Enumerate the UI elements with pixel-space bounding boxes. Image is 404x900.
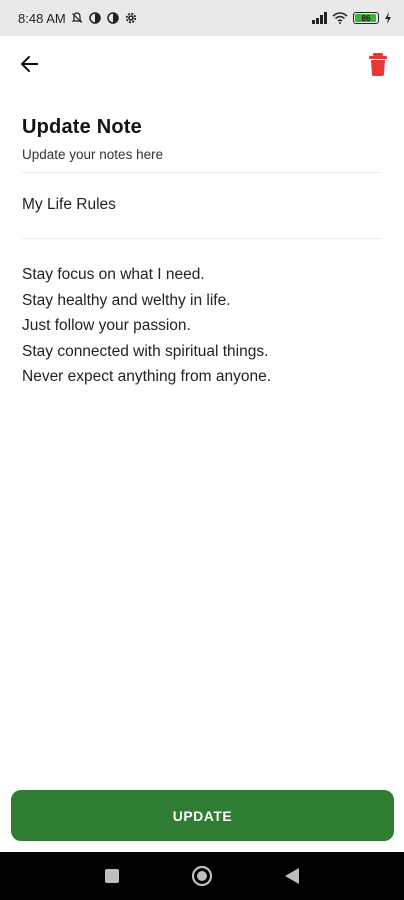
back-button[interactable] — [16, 50, 44, 78]
divider — [22, 238, 382, 239]
delete-button[interactable] — [366, 50, 390, 78]
note-body-line: Stay focus on what I need. — [22, 266, 205, 283]
header-block: Update Note Update your notes here — [22, 116, 382, 162]
charging-icon — [384, 11, 392, 25]
triangle-back-icon — [285, 868, 299, 884]
page-subtitle: Update your notes here — [22, 147, 164, 162]
app-bar — [0, 36, 404, 92]
battery-level: 86 — [361, 13, 371, 23]
square-icon — [105, 869, 119, 883]
status-left: 8:48 AM — [18, 11, 138, 26]
divider — [22, 172, 382, 173]
note-body-line: Never expect anything from anyone. — [22, 368, 271, 385]
app-notification-icon — [88, 11, 102, 25]
note-body-textarea[interactable]: Stay focus on what I need. Stay healthy … — [22, 262, 382, 742]
page-title: Update Note — [22, 116, 142, 138]
note-body-line: Stay connected with spiritual things. — [22, 342, 269, 360]
status-right: 86 — [312, 11, 392, 25]
gear-icon — [124, 11, 138, 25]
status-bar: 8:48 AM 86 — [0, 0, 404, 36]
notification-muted-icon — [70, 11, 84, 25]
nav-back-button[interactable] — [281, 865, 303, 887]
nav-recents-button[interactable] — [101, 865, 123, 887]
arrow-left-icon — [21, 56, 38, 72]
note-body-line: Just follow your passion. — [22, 317, 191, 334]
note-body-line: Stay healthy and welthy in life. — [22, 291, 231, 309]
trash-icon — [369, 53, 387, 76]
battery-icon: 86 — [353, 12, 379, 24]
nav-home-button[interactable] — [191, 865, 213, 887]
circle-icon — [191, 865, 213, 887]
status-time: 8:48 AM — [18, 10, 66, 26]
wifi-icon — [332, 11, 348, 25]
update-button[interactable]: UPDATE — [11, 790, 394, 841]
cellular-signal-icon — [312, 12, 327, 24]
update-note-screen: 8:48 AM 86 Update Note Update your notes… — [0, 0, 404, 900]
note-title-input[interactable]: My Life Rules — [22, 196, 382, 214]
system-nav-bar — [0, 852, 404, 900]
app-notification-icon — [106, 11, 120, 25]
